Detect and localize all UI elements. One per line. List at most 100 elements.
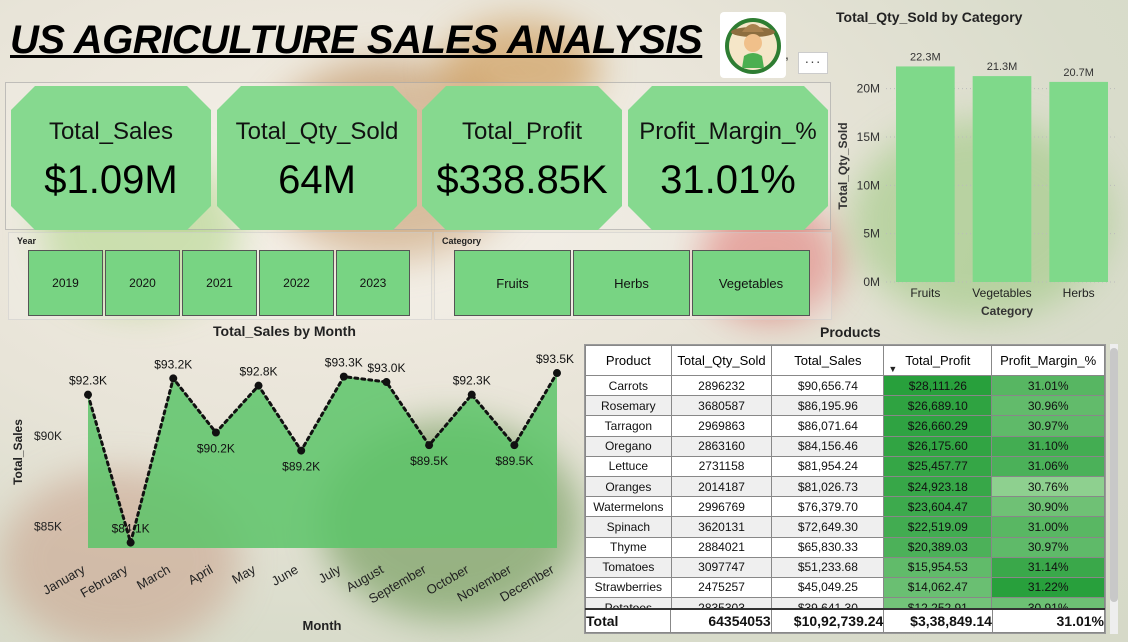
bar-data-label: 22.3M <box>910 51 941 63</box>
kpi-label: Total_Profit <box>461 118 583 145</box>
kpi-card-total-qty-sold: Total_Qty_Sold 64M <box>217 86 417 230</box>
area-data-label: $89.5K <box>495 454 533 468</box>
area-point <box>339 372 348 381</box>
year-option-2023[interactable]: 2023 <box>336 250 410 316</box>
page-title: US AGRICULTURE SALES ANALYSIS <box>10 18 703 62</box>
area-x-tick-label: May <box>229 561 258 587</box>
table-cell: $81,026.73 <box>771 475 885 498</box>
bar-y-axis-label: Total_Qty_Sold <box>836 122 850 209</box>
area-y-tick-label: $90K <box>34 429 62 443</box>
year-option-2020[interactable]: 2020 <box>105 250 180 316</box>
area-data-label: $93.5K <box>536 352 574 366</box>
table-row[interactable]: Spinach 3620131 $72,649.30 $22,519.09 31.00% <box>585 516 1105 538</box>
area-point <box>254 381 263 390</box>
table-scrollbar[interactable] <box>1110 344 1118 634</box>
area-point <box>467 390 476 399</box>
year-option-2021[interactable]: 2021 <box>182 250 257 316</box>
column-header[interactable]: Total_Qty_Sold <box>670 345 773 376</box>
table-cell: 2014187 <box>670 475 773 498</box>
bar-herbs <box>1049 81 1108 283</box>
year-slicer-label: Year <box>17 236 37 246</box>
kpi-label: Total_Sales <box>48 118 174 145</box>
bar-fruits <box>896 66 955 282</box>
area-point <box>425 441 434 450</box>
column-header[interactable]: Total_Profit ▼ <box>883 345 993 376</box>
kpi-card-profit-margin: Profit_Margin_% 31.01% <box>628 86 828 230</box>
table-cell: $86,071.64 <box>771 415 885 437</box>
area-x-tick-label: February <box>78 561 131 600</box>
products-table-title: Products <box>820 324 881 340</box>
area-chart-title: Total_Sales by Month <box>213 323 356 339</box>
qty-by-category-chart: 0M 5M 10M 15M 20M 22.3M Fruits 21.3M Vegetables 2… <box>836 51 1116 318</box>
more-options-button[interactable]: ··· <box>798 52 828 74</box>
column-header[interactable]: Product <box>585 345 672 376</box>
area-point <box>297 446 306 455</box>
kpi-value: 64M <box>278 158 356 202</box>
table-cell: $65,830.33 <box>771 536 885 558</box>
total-cell: 31.01% <box>991 607 1105 633</box>
bar-x-tick-label: Herbs <box>1063 286 1095 300</box>
table-cell: $76,379.70 <box>771 496 885 518</box>
table-row[interactable]: Strawberries 2475257 $45,049.25 $14,062.47 3… <box>585 576 1105 599</box>
products-table[interactable]: Product Total_Qty_Sold Total_Sales Total_Pr… <box>584 344 1106 634</box>
bar-y-tick-label: 20M <box>857 82 880 96</box>
scroll-thumb[interactable] <box>1110 348 1118 602</box>
area-point <box>382 378 391 387</box>
area-data-label: $90.2K <box>197 442 235 456</box>
table-cell: Strawberries <box>585 576 672 599</box>
table-cell: 3620131 <box>670 516 773 538</box>
bar-x-tick-label: Fruits <box>910 286 940 300</box>
area-fill <box>88 373 557 548</box>
table-row[interactable]: Watermelons 2996769 $76,379.70 $23,604.47 30… <box>585 496 1105 518</box>
area-point <box>510 441 519 450</box>
table-cell: 2996769 <box>670 496 773 518</box>
table-cell: $22,519.09 <box>883 516 993 538</box>
table-cell: $26,660.29 <box>883 415 993 437</box>
table-row[interactable]: Lettuce 2731158 $81,954.24 $25,457.77 31.06% <box>585 455 1105 477</box>
kpi-label: Total_Qty_Sold <box>235 118 399 145</box>
bar-x-axis-label: Category <box>981 304 1033 318</box>
bar-data-label: 20.7M <box>1063 67 1094 79</box>
table-total-row: Total 64354053 $10,92,739.24 $3,38,849.14 31… <box>585 607 1105 633</box>
area-x-tick-label: April <box>185 562 215 588</box>
kpi-value: 31.01% <box>660 158 796 202</box>
table-cell: 2896232 <box>670 374 773 397</box>
column-header[interactable]: Profit_Margin_% <box>991 345 1105 376</box>
table-cell: $23,604.47 <box>883 496 993 518</box>
table-cell: $45,049.25 <box>771 576 885 599</box>
category-option-herbs[interactable]: Herbs <box>573 250 690 316</box>
table-row[interactable]: Oregano 2863160 $84,156.46 $26,175.60 31.10% <box>585 435 1105 457</box>
category-option-vegetables[interactable]: Vegetables <box>692 250 810 316</box>
area-data-label: $89.2K <box>282 460 320 474</box>
table-row[interactable]: Carrots 2896232 $90,656.74 $28,111.26 31.01% <box>585 374 1105 397</box>
table-row[interactable]: Rosemary 3680587 $86,195.96 $26,689.10 30.96… <box>585 395 1105 417</box>
table-cell: 3097747 <box>670 556 773 578</box>
year-option-2022[interactable]: 2022 <box>259 250 334 316</box>
sort-descending-icon[interactable]: ▼ <box>888 364 897 374</box>
category-option-fruits[interactable]: Fruits <box>454 250 571 316</box>
kpi-label: Profit_Margin_% <box>639 118 817 145</box>
category-slicer-label: Category <box>442 236 482 246</box>
table-cell: $86,195.96 <box>771 395 885 417</box>
kpi-card-total-sales: Total_Sales $1.09M <box>11 86 211 230</box>
table-cell: Rosemary <box>585 395 672 417</box>
column-header[interactable]: Total_Sales <box>771 345 885 376</box>
area-data-label: $89.5K <box>410 454 448 468</box>
area-data-label: $93.3K <box>325 356 363 370</box>
year-option-2019[interactable]: 2019 <box>28 250 103 316</box>
bar-chart-title: Total_Qty_Sold by Category <box>836 9 1023 25</box>
table-row[interactable]: Thyme 2884021 $65,830.33 $20,389.03 30.97% <box>585 536 1105 558</box>
table-cell: 31.10% <box>991 435 1105 457</box>
table-cell: Oranges <box>585 475 672 498</box>
sales-by-month-chart: $92.3KJanuary$84.1KFebruary$93.2KMarch$9… <box>11 352 574 633</box>
table-cell: 30.96% <box>991 395 1105 417</box>
bar-vegetables <box>972 76 1032 282</box>
area-point <box>169 374 178 383</box>
area-data-label: $92.3K <box>69 374 107 388</box>
table-cell: 31.01% <box>991 374 1105 397</box>
table-row[interactable]: Tarragon 2969863 $86,071.64 $26,660.29 30.97… <box>585 415 1105 437</box>
table-cell: 3680587 <box>670 395 773 417</box>
table-row[interactable]: Tomatoes 3097747 $51,233.68 $15,954.53 31.14… <box>585 556 1105 578</box>
logo-caption: , <box>785 46 789 62</box>
table-row[interactable]: Oranges 2014187 $81,026.73 $24,923.18 30.76% <box>585 475 1105 498</box>
